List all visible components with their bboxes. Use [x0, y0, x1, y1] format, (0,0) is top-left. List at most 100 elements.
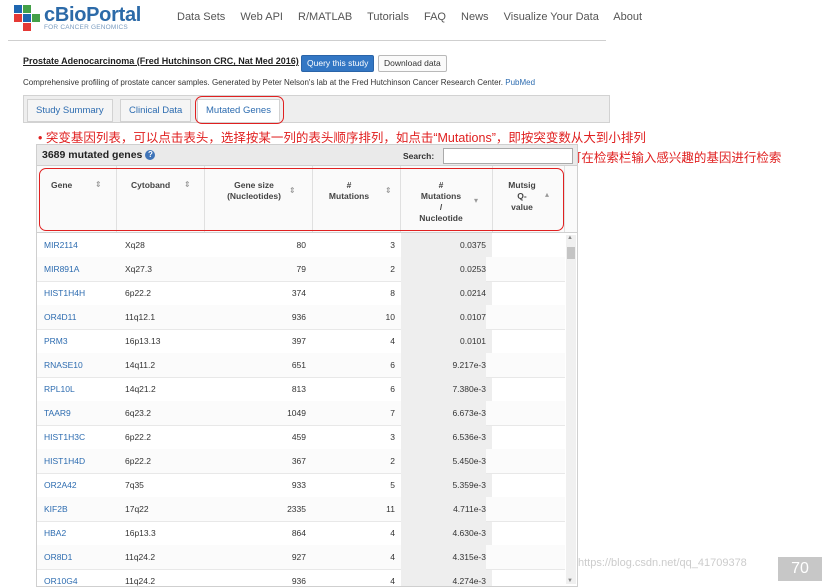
gene-size-cell: 936: [291, 312, 306, 322]
help-icon[interactable]: ?: [145, 150, 156, 160]
gene-link[interactable]: MIR2114: [44, 233, 78, 257]
cytoband-cell: 11q24.2: [125, 552, 156, 562]
cbioportal-logo[interactable]: cBioPortal FOR CANCER GENOMICS: [10, 2, 146, 34]
gene-size-cell: 651: [291, 360, 306, 370]
table-row: HIST1H4H 6p22.2 374 8 0.0214: [37, 281, 565, 306]
nav-tutorials[interactable]: Tutorials: [367, 11, 409, 23]
gene-link[interactable]: OR4D11: [44, 305, 76, 329]
nav-news[interactable]: News: [461, 11, 489, 23]
mutations-cell: 7: [390, 408, 395, 418]
gene-link[interactable]: HBA2: [44, 521, 66, 545]
table-row: PRM3 16p13.13 397 4 0.0101: [37, 329, 565, 354]
nav-visualize[interactable]: Visualize Your Data: [504, 11, 599, 23]
gene-size-cell: 927: [291, 552, 306, 562]
query-study-button[interactable]: Query this study: [301, 55, 375, 72]
gene-size-cell: 936: [291, 576, 306, 586]
cytoband-cell: 11q12.1: [125, 312, 156, 322]
header-highlight-box: [39, 168, 564, 231]
gene-size-cell: 864: [291, 528, 306, 538]
mutations-per-nucleotide-cell: 7.380e-3: [401, 377, 486, 401]
cytoband-cell: 14q11.2: [125, 360, 156, 370]
table-row: KIF2B 17q22 2335 11 4.711e-3: [37, 497, 565, 522]
mutations-per-nucleotide-cell: 5.359e-3: [401, 473, 486, 497]
mutations-cell: 10: [385, 312, 395, 322]
gene-size-cell: 367: [291, 456, 306, 466]
gene-size-cell: 2335: [287, 504, 306, 514]
cytoband-cell: 16p13.3: [125, 528, 156, 538]
cytoband-cell: 17q22: [125, 504, 149, 514]
gene-link[interactable]: OR2A42: [44, 473, 77, 497]
scroll-up-icon[interactable]: ▲: [567, 235, 573, 241]
cytoband-cell: 14q21.2: [125, 384, 156, 394]
mutations-per-nucleotide-cell: 4.711e-3: [401, 497, 486, 521]
logo-grid-icon: [14, 5, 40, 31]
search-label: Search:: [403, 151, 435, 161]
logo-tagline: FOR CANCER GENOMICS: [44, 24, 128, 31]
gene-link[interactable]: HIST1H3C: [44, 425, 85, 449]
mutations-cell: 11: [386, 504, 395, 514]
search-input[interactable]: [443, 148, 573, 164]
mutations-per-nucleotide-cell: 4.315e-3: [401, 545, 486, 569]
cytoband-cell: Xq28: [125, 240, 145, 250]
mutations-cell: 4: [390, 528, 395, 538]
nav-faq[interactable]: FAQ: [424, 11, 446, 23]
gene-size-cell: 933: [291, 480, 306, 490]
gene-size-cell: 397: [291, 336, 306, 346]
gene-link[interactable]: KIF2B: [44, 497, 68, 521]
mutations-cell: 3: [390, 432, 395, 442]
gene-link[interactable]: PRM3: [44, 329, 68, 353]
panel-header: 3689 mutated genes? Search:: [37, 145, 577, 166]
mutations-per-nucleotide-cell: 0.0107: [401, 305, 486, 329]
gene-link[interactable]: RPL10L: [44, 377, 75, 401]
table-row: RNASE10 14q11.2 651 6 9.217e-3: [37, 353, 565, 378]
nav-about[interactable]: About: [613, 11, 642, 23]
gene-link[interactable]: OR8D1: [44, 545, 72, 569]
gene-link[interactable]: HIST1H4H: [44, 281, 85, 305]
tab-study-summary[interactable]: Study Summary: [27, 99, 113, 122]
mutations-per-nucleotide-cell: 6.673e-3: [401, 401, 486, 425]
page-number: 70: [778, 557, 822, 581]
table-row: OR8D1 11q24.2 927 4 4.315e-3: [37, 545, 565, 570]
mutations-cell: 2: [390, 264, 395, 274]
tab-clinical-data[interactable]: Clinical Data: [120, 99, 192, 122]
gene-link[interactable]: MIR891A: [44, 257, 79, 281]
cytoband-cell: 7q35: [125, 480, 144, 490]
scrollbar-thumb[interactable]: [567, 247, 575, 259]
scroll-down-icon[interactable]: ▼: [567, 578, 573, 584]
nav-web-api[interactable]: Web API: [240, 11, 283, 23]
table-row: MIR891A Xq27.3 79 2 0.0253: [37, 257, 565, 282]
gene-link[interactable]: RNASE10: [44, 353, 83, 377]
gene-link[interactable]: HIST1H4D: [44, 449, 85, 473]
gene-link[interactable]: OR10G4: [44, 569, 78, 586]
mutated-gene-count-text: 3689 mutated genes: [42, 149, 143, 161]
gene-size-cell: 1049: [287, 408, 306, 418]
mutations-cell: 8: [390, 288, 395, 298]
gene-size-cell: 813: [291, 384, 306, 394]
mutations-per-nucleotide-cell: 0.0101: [401, 329, 486, 353]
mutated-gene-count: 3689 mutated genes?: [42, 149, 156, 161]
pubmed-link[interactable]: PubMed: [505, 78, 535, 87]
mutations-cell: 4: [390, 336, 395, 346]
cytoband-cell: 6p22.2: [125, 456, 151, 466]
annotation-search-note: • 可在检索栏输入感兴趣的基因进行检索: [561, 151, 782, 165]
download-data-button[interactable]: Download data: [378, 55, 447, 72]
study-title[interactable]: Prostate Adenocarcinoma (Fred Hutchinson…: [23, 56, 299, 66]
cytoband-cell: Xq27.3: [125, 264, 152, 274]
table-row: RPL10L 14q21.2 813 6 7.380e-3: [37, 377, 565, 402]
mutations-per-nucleotide-cell: 5.450e-3: [401, 449, 486, 473]
nav-r-matlab[interactable]: R/MATLAB: [298, 11, 352, 23]
gene-size-cell: 80: [296, 240, 306, 250]
mutations-cell: 4: [390, 576, 395, 586]
table-row: OR4D11 11q12.1 936 10 0.0107: [37, 305, 565, 330]
gene-link[interactable]: TAAR9: [44, 401, 71, 425]
study-description-text: Comprehensive profiling of prostate canc…: [23, 78, 503, 87]
table-row: MIR2114 Xq28 80 3 0.0375: [37, 233, 565, 258]
gene-size-cell: 374: [291, 288, 306, 298]
table-scrollbar[interactable]: ▲ ▼: [566, 235, 576, 584]
cytoband-cell: 6p22.2: [125, 288, 151, 298]
mutations-per-nucleotide-cell: 6.536e-3: [401, 425, 486, 449]
cytoband-cell: 11q24.2: [125, 576, 156, 586]
table-row: TAAR9 6q23.2 1049 7 6.673e-3: [37, 401, 565, 426]
nav-data-sets[interactable]: Data Sets: [177, 11, 225, 23]
header-divider: [8, 40, 606, 41]
